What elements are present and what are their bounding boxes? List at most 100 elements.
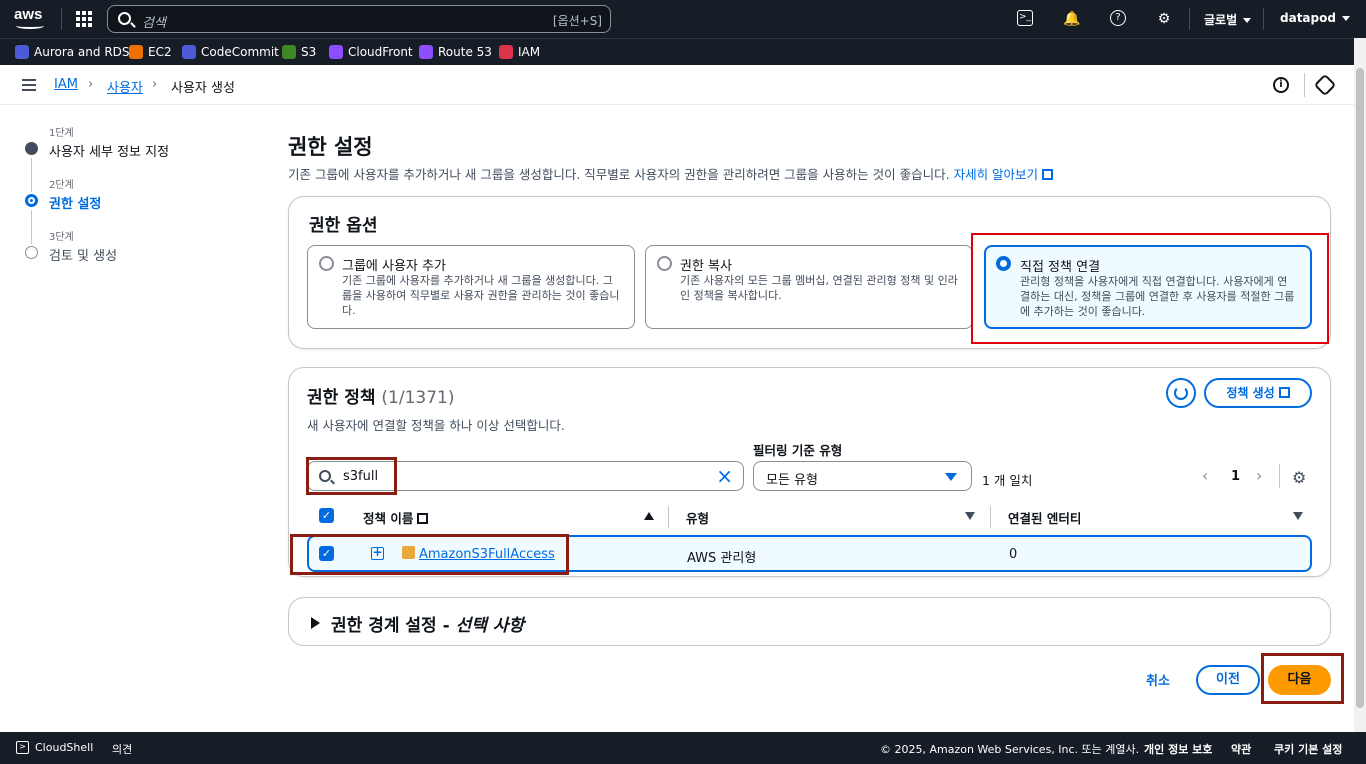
favorite-iam[interactable]: IAM (499, 45, 540, 59)
search-icon (118, 12, 131, 25)
caret-down-icon (945, 473, 957, 481)
permissions-boundary-section[interactable]: 권한 경계 설정 - 선택 사항 (288, 597, 1331, 646)
option-add-to-group[interactable]: 그룹에 사용자 추가 기존 그룹에 사용자를 추가하거나 새 그룹을 생성합니다… (307, 245, 635, 329)
favorite-codecommit[interactable]: CodeCommit (182, 45, 279, 59)
cancel-button[interactable]: 취소 (1146, 670, 1170, 689)
s3-icon (282, 45, 296, 59)
option-desc: 기존 그룹에 사용자를 추가하거나 새 그룹을 생성합니다. 그룹을 사용하여 … (342, 274, 620, 317)
external-link-icon (417, 513, 429, 524)
policies-title-text: 권한 정책 (307, 388, 376, 408)
column-policy-name[interactable]: 정책 이름 (363, 508, 429, 527)
search-placeholder: 검색 (142, 16, 166, 31)
favorite-cloudfront[interactable]: CloudFront (329, 45, 413, 59)
boundary-title: 권한 경계 설정 - 선택 사항 (331, 611, 524, 636)
table-settings-icon[interactable]: ⚙ (1292, 468, 1306, 487)
step-3-dot (25, 246, 38, 259)
copyright: © 2025, Amazon Web Services, Inc. 또는 계열사… (880, 743, 1140, 756)
breadcrumb-bar: IAM › 사용자 › 사용자 생성 i (0, 65, 1354, 105)
cloudshell-icon: > (16, 741, 29, 754)
info-icon[interactable]: i (1273, 77, 1289, 93)
terms-link[interactable]: 약관 (1231, 741, 1251, 757)
policy-type: AWS 관리형 (687, 551, 757, 566)
aws-logo-text: aws (14, 6, 43, 23)
cloudshell-link[interactable]: CloudShell (35, 741, 93, 754)
type-filter-value: 모든 유형 (766, 473, 818, 488)
step-1-label: 1단계 (49, 128, 74, 139)
option-title: 권한 복사 (680, 259, 732, 274)
radio-attach-policies[interactable] (996, 256, 1011, 271)
chevron-right-icon: › (88, 77, 94, 92)
region-label: 글로벌 (1204, 13, 1238, 27)
type-filter-select[interactable]: 모든 유형 (753, 461, 972, 491)
search-icon (319, 470, 331, 482)
policy-entities: 0 (1009, 547, 1018, 562)
table-row[interactable]: ✓ + AmazonS3FullAccess AWS 관리형 0 (307, 535, 1312, 572)
cloudshell-icon[interactable]: >_ (1017, 10, 1033, 26)
radio-copy-permissions[interactable] (657, 256, 672, 271)
step-3-name: 검토 및 생성 (49, 249, 118, 264)
menu-icon[interactable] (22, 79, 36, 91)
previous-button[interactable]: 이전 (1196, 665, 1260, 695)
create-policy-label: 정책 생성 (1226, 386, 1275, 400)
cookie-preferences-link[interactable]: 쿠키 기본 설정 (1274, 741, 1342, 757)
scrollbar[interactable] (1354, 38, 1366, 732)
sort-icon[interactable] (1293, 512, 1303, 520)
services-grid-icon[interactable] (76, 11, 92, 27)
favorite-label: IAM (518, 45, 541, 59)
page-description-text: 기존 그룹에 사용자를 추가하거나 새 그룹을 생성합니다. 직무별로 사용자의… (288, 167, 950, 182)
refresh-button[interactable] (1166, 378, 1196, 408)
learn-more-label: 자세히 알아보기 (953, 167, 1039, 182)
help-icon[interactable]: ? (1110, 10, 1126, 26)
step-1-dot (25, 142, 38, 155)
column-attached-entities[interactable]: 연결된 엔터티 (1008, 508, 1081, 527)
favorite-route53[interactable]: Route 53 (419, 45, 492, 59)
chevron-right-icon[interactable]: › (1256, 466, 1262, 485)
radio-add-to-group[interactable] (319, 256, 334, 271)
column-type[interactable]: 유형 (686, 508, 709, 527)
option-desc: 관리형 정책을 사용자에게 직접 연결합니다. 사용자에게 연결하는 대신, 정… (1020, 275, 1295, 318)
page-number[interactable]: 1 (1231, 469, 1240, 484)
bell-icon[interactable]: 🔔 (1063, 10, 1081, 28)
privacy-link[interactable]: 개인 정보 보호 (1144, 741, 1212, 757)
sort-icon[interactable] (965, 512, 975, 520)
settings-icon[interactable]: ⚙ (1155, 10, 1173, 28)
expand-icon[interactable]: + (371, 546, 384, 560)
account-menu[interactable]: datapod (1280, 11, 1350, 25)
learn-more-link[interactable]: 자세히 알아보기 (953, 167, 1054, 182)
favorite-label: EC2 (148, 45, 172, 59)
select-all-checkbox[interactable]: ✓ (319, 508, 334, 523)
breadcrumb-iam[interactable]: IAM (54, 77, 78, 92)
option-desc: 기존 사용자의 모든 그룹 멤버십, 연결된 관리형 정책 및 인라인 정책을 … (680, 274, 958, 302)
next-button[interactable]: 다음 (1268, 665, 1331, 695)
policies-description: 새 사용자에 연결할 정책을 하나 이상 선택합니다. (307, 418, 565, 433)
option-copy-permissions[interactable]: 권한 복사 기존 사용자의 모든 그룹 멤버십, 연결된 관리형 정책 및 인라… (645, 245, 973, 329)
step-1-name[interactable]: 사용자 세부 정보 지정 (49, 141, 169, 160)
clear-icon[interactable]: × (716, 464, 733, 488)
row-checkbox[interactable]: ✓ (319, 546, 334, 561)
match-count: 1 개 일치 (982, 473, 1033, 488)
region-menu[interactable]: 글로벌 (1204, 11, 1252, 28)
policy-name-link[interactable]: AmazonS3FullAccess (419, 547, 555, 562)
search-input[interactable]: 검색 [옵션+S] (107, 5, 611, 33)
preferences-icon[interactable] (1313, 73, 1337, 97)
create-policy-button[interactable]: 정책 생성 (1204, 378, 1312, 408)
sort-ascending-icon[interactable] (644, 512, 654, 520)
policy-search-input[interactable]: s3full × (307, 461, 744, 491)
option-attach-policies[interactable]: 직접 정책 연결 관리형 정책을 사용자에게 직접 연결합니다. 사용자에게 연… (984, 245, 1312, 329)
favorite-label: S3 (301, 45, 317, 59)
external-link-icon (1042, 169, 1054, 180)
favorite-aurora-rds[interactable]: Aurora and RDS (15, 45, 130, 59)
favorite-s3[interactable]: S3 (282, 45, 316, 59)
favorite-label: CloudFront (348, 45, 413, 59)
external-link-icon (1278, 387, 1290, 398)
aws-logo[interactable]: aws (14, 6, 50, 32)
breadcrumb-users[interactable]: 사용자 (107, 77, 143, 96)
favorite-ec2[interactable]: EC2 (129, 45, 172, 59)
chevron-down-icon (1243, 18, 1252, 23)
feedback-link[interactable]: 의견 (112, 741, 132, 757)
favorite-label: Route 53 (438, 45, 492, 59)
chevron-left-icon[interactable]: ‹ (1202, 466, 1208, 485)
ec2-icon (129, 45, 143, 59)
page-title: 권한 설정 (288, 135, 373, 159)
policies-title: 권한 정책 (1/1371) (307, 383, 454, 408)
